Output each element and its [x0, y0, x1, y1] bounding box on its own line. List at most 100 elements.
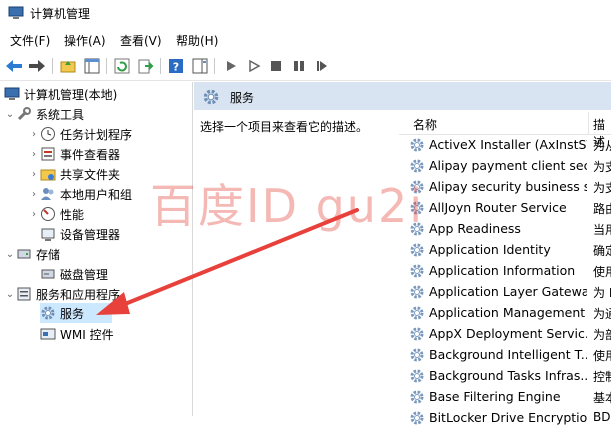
service-gear-icon: [409, 284, 425, 302]
gear-icon: [203, 89, 219, 105]
service-name: Application Identity: [429, 242, 551, 257]
chevron-right-icon[interactable]: ›: [28, 129, 40, 140]
tree-performance[interactable]: › 性能: [28, 204, 84, 224]
column-divider[interactable]: [588, 112, 589, 134]
service-name: Alipay payment client sec...: [429, 158, 587, 173]
chevron-down-icon[interactable]: ⌄: [4, 109, 16, 120]
service-row[interactable]: Background Tasks Infras... 控制: [399, 365, 611, 386]
service-row[interactable]: Application Management 为通: [399, 302, 611, 323]
tools-icon: [16, 106, 32, 122]
refresh-icon[interactable]: [112, 56, 132, 76]
gear-icon: [40, 305, 56, 321]
service-row[interactable]: Base Filtering Engine 基本: [399, 386, 611, 407]
computer-icon: [4, 86, 20, 102]
service-description-cell: BDE: [593, 410, 611, 424]
service-row[interactable]: Application Information 使用: [399, 260, 611, 281]
chevron-down-icon[interactable]: ⌄: [4, 289, 16, 300]
play-icon[interactable]: [221, 56, 241, 76]
navigation-tree: 计算机管理(本地) ⌄ 系统工具 › 任务计划程序 › 事件查看器 › 共享文件…: [0, 82, 193, 416]
service-row[interactable]: Alipay payment client sec... 为支: [399, 155, 611, 176]
svg-text:?: ?: [173, 61, 179, 74]
service-name: Alipay security business s...: [429, 179, 587, 194]
service-description-cell: 路由: [593, 202, 611, 216]
service-description-cell: 基本: [593, 391, 611, 405]
service-row[interactable]: Application Identity 确定: [399, 239, 611, 260]
watermark: 百度ID gu2i: [150, 179, 425, 233]
show-hide-tree-icon[interactable]: [82, 56, 102, 76]
service-row[interactable]: ActiveX Installer (AxInstSV) 为从: [399, 134, 611, 155]
column-header-name[interactable]: 名称: [413, 116, 437, 133]
play-outline-icon[interactable]: [244, 56, 264, 76]
tree-wmi[interactable]: WMI 控件: [40, 324, 114, 344]
pause-icon[interactable]: [289, 56, 309, 76]
menu-bar: 文件(F) 操作(A) 查看(V) 帮助(H): [0, 28, 611, 52]
disk-icon: [40, 266, 56, 282]
service-name: AllJoyn Router Service: [429, 200, 567, 215]
service-gear-icon: [409, 326, 425, 344]
service-gear-icon: [409, 263, 425, 281]
forward-icon[interactable]: [27, 56, 47, 76]
performance-icon: [40, 206, 56, 222]
tree-root[interactable]: 计算机管理(本地): [4, 84, 117, 104]
action-pane-icon[interactable]: [190, 56, 210, 76]
service-description-cell: 为 I: [593, 286, 611, 300]
storage-icon: [16, 246, 32, 262]
back-icon[interactable]: [4, 56, 24, 76]
service-name: Application Management: [429, 305, 586, 320]
chevron-down-icon[interactable]: ⌄: [4, 249, 16, 260]
tree-system-tools[interactable]: ⌄ 系统工具: [4, 104, 84, 124]
service-gear-icon: [409, 347, 425, 365]
clock-icon: [40, 126, 56, 142]
menu-file[interactable]: 文件(F): [10, 32, 50, 49]
folder-up-icon[interactable]: [58, 56, 78, 76]
chevron-right-icon[interactable]: ›: [28, 149, 40, 160]
menu-action[interactable]: 操作(A): [64, 32, 106, 49]
shared-folder-icon: [40, 166, 56, 182]
tree-event-viewer[interactable]: › 事件查看器: [28, 144, 120, 164]
computer-management-icon: [8, 6, 24, 19]
service-description-cell: 为部: [593, 328, 611, 342]
service-row[interactable]: Alipay security business s... 为支: [399, 176, 611, 197]
service-description-cell: 为从: [593, 139, 611, 153]
tree-task-scheduler[interactable]: › 任务计划程序: [28, 124, 132, 144]
service-row[interactable]: Background Intelligent T... 使用: [399, 344, 611, 365]
service-description-cell: 当用: [593, 223, 611, 237]
service-name: ActiveX Installer (AxInstSV): [429, 137, 587, 152]
tree-services-apps[interactable]: ⌄ 服务和应用程序: [4, 284, 120, 304]
service-description-cell: 使用: [593, 349, 611, 363]
service-gear-icon: [409, 389, 425, 407]
service-description: 选择一个项目来查看它的描述。: [200, 120, 369, 134]
service-name: Application Information: [429, 263, 576, 278]
menu-help[interactable]: 帮助(H): [176, 32, 218, 49]
service-description-cell: 为支: [593, 181, 611, 195]
service-row[interactable]: App Readiness 当用: [399, 218, 611, 239]
service-gear-icon: [409, 305, 425, 323]
service-row[interactable]: BitLocker Drive Encryptio... BDE: [399, 407, 611, 428]
service-row[interactable]: AppX Deployment Servic... 为部: [399, 323, 611, 344]
tree-disk-management[interactable]: 磁盘管理: [40, 264, 108, 284]
users-icon: [40, 186, 56, 202]
service-description-cell: 使用: [593, 265, 611, 279]
help-icon[interactable]: ?: [166, 56, 186, 76]
tree-shared-folders[interactable]: › 共享文件夹: [28, 164, 120, 184]
device-manager-icon: [40, 226, 56, 242]
chevron-right-icon[interactable]: ›: [28, 209, 40, 220]
menu-view[interactable]: 查看(V): [120, 32, 162, 49]
service-row[interactable]: Application Layer Gatewa... 为 I: [399, 281, 611, 302]
chevron-right-icon[interactable]: ›: [28, 169, 40, 180]
chevron-right-icon[interactable]: ›: [28, 189, 40, 200]
service-name: Background Tasks Infras...: [429, 368, 587, 383]
service-row[interactable]: AllJoyn Router Service 路由: [399, 197, 611, 218]
export-icon[interactable]: [136, 56, 156, 76]
service-description-cell: 确定: [593, 244, 611, 258]
stop-icon[interactable]: [266, 56, 286, 76]
tree-device-manager[interactable]: 设备管理器: [40, 224, 120, 244]
service-gear-icon: [409, 368, 425, 386]
service-gear-icon: [409, 410, 425, 428]
service-name: AppX Deployment Servic...: [429, 326, 587, 341]
tree-services[interactable]: 服务: [40, 303, 112, 323]
tree-local-users[interactable]: › 本地用户和组: [28, 184, 132, 204]
restart-icon[interactable]: [312, 56, 332, 76]
tree-storage[interactable]: ⌄ 存储: [4, 244, 60, 264]
content-pane: 服务 选择一个项目来查看它的描述。 名称 描述 ActiveX Installe…: [194, 82, 611, 425]
